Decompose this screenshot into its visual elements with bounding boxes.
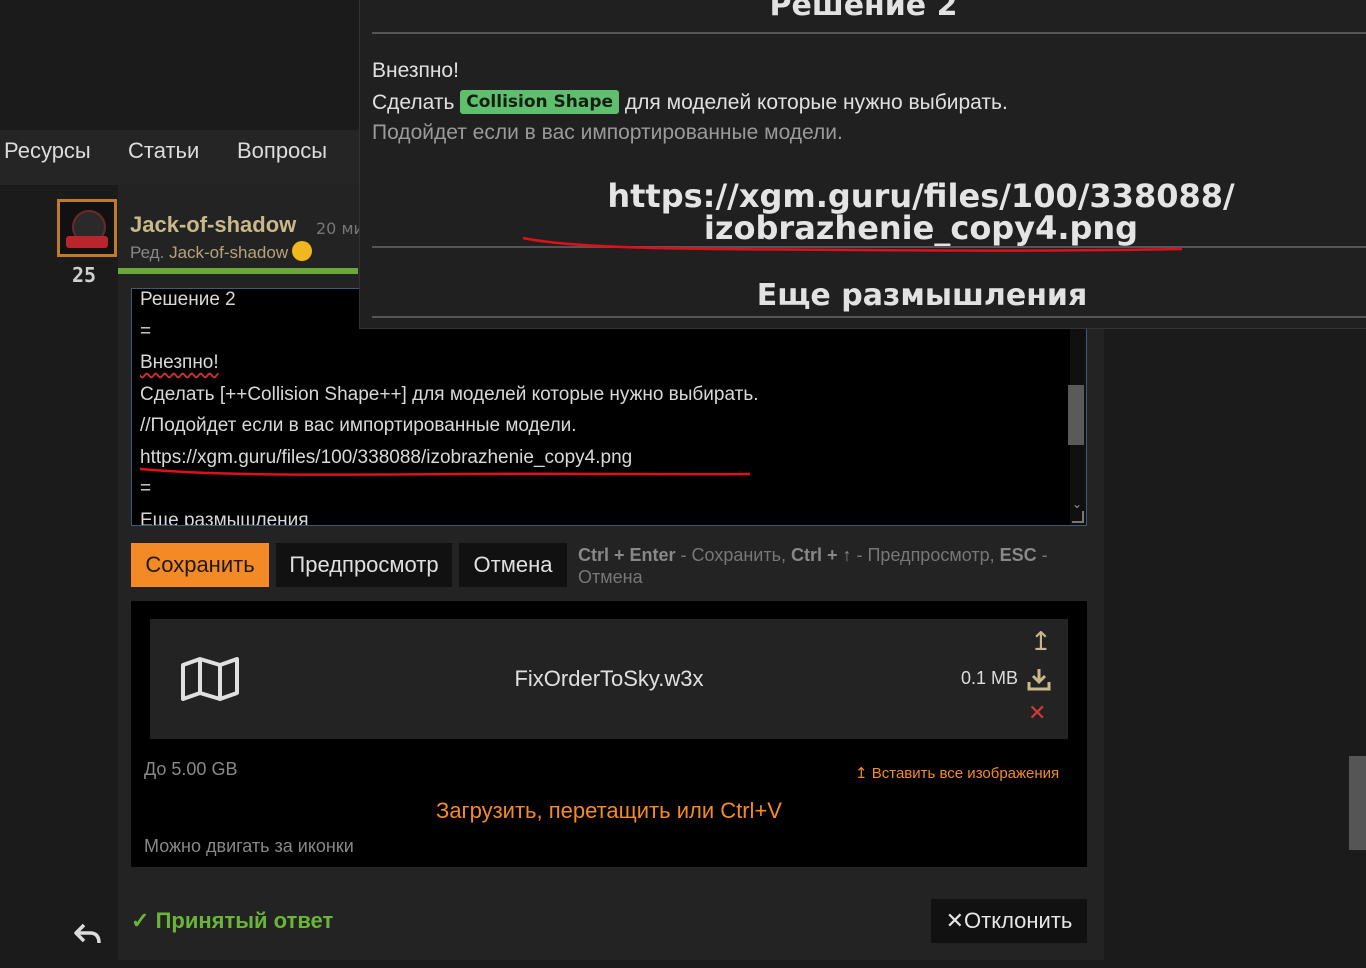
preview-line-2-post: для моделей которые нужно выбирать. xyxy=(619,91,1008,114)
reject-button[interactable]: ✕Отклонить xyxy=(931,899,1087,943)
nav-resources[interactable]: Ресурсы xyxy=(4,138,91,164)
preview-link[interactable]: https://xgm.guru/files/100/338088/ izobr… xyxy=(360,180,1366,244)
accepted-label: Принятый ответ xyxy=(155,908,334,933)
post-time: 20 ми xyxy=(316,219,364,238)
reject-label: Отклонить xyxy=(964,908,1073,933)
edited-by: Ред. Jack-of-shadow xyxy=(130,241,313,263)
upload-arrow-icon: ↥ xyxy=(855,765,868,782)
rating-bar xyxy=(118,268,358,274)
preview-line-2: Сделать Collision Shape для моделей кото… xyxy=(372,90,1008,115)
check-icon: ✓ xyxy=(131,908,150,933)
reputation-count: 25 xyxy=(72,263,97,287)
file-card[interactable]: FixOrderToSky.w3x 0.1 MB ↥ ✕ xyxy=(150,619,1068,739)
avatar-banner xyxy=(66,236,108,248)
avatar[interactable] xyxy=(57,199,117,257)
edited-author[interactable]: Jack-of-shadow xyxy=(169,243,288,262)
scroll-down-icon[interactable]: ⌄ xyxy=(1072,497,1082,511)
author-name[interactable]: Jack-of-shadow xyxy=(130,212,296,238)
editor-line: Еще размышления xyxy=(140,510,309,526)
insert-all-label: Вставить все изображения xyxy=(871,765,1060,782)
shortcut-hint: Ctrl + Enter - Сохранить, Ctrl + ↑ - Пре… xyxy=(578,545,1048,587)
accepted-answer-label: ✓ Принятый ответ xyxy=(131,908,333,934)
preview-divider xyxy=(372,246,1366,248)
editor-scroll-thumb[interactable] xyxy=(1068,385,1084,445)
download-icon[interactable] xyxy=(1027,667,1051,691)
editor-line: Сделать [++Collision Shape++] для моделе… xyxy=(140,384,759,405)
main-nav: Ресурсы Статьи Вопросы xyxy=(0,130,360,185)
nav-questions[interactable]: Вопросы xyxy=(237,138,327,164)
editor-line: = xyxy=(140,321,152,342)
preview-link-part-2: izobrazhenie_copy4.png xyxy=(703,209,1139,247)
preview-overlay: Решение 2 Внезпно! Сделать Collision Sha… xyxy=(359,0,1366,329)
preview-line-1: Внезпно! xyxy=(372,59,459,82)
preview-divider xyxy=(372,316,1366,318)
preview-line-2-pre: Сделать xyxy=(372,91,461,114)
upload-arrow-icon[interactable]: ↥ xyxy=(1030,627,1052,657)
insert-all-images-link[interactable]: ↥ Вставить все изображения xyxy=(855,764,1059,782)
edited-prefix: Ред. xyxy=(130,243,165,262)
code-chip: Collision Shape xyxy=(460,90,620,114)
upload-cta[interactable]: Загрузить, перетащить или Ctrl+V xyxy=(131,798,1087,824)
drag-note: Можно двигать за иконки xyxy=(144,836,354,856)
reply-icon[interactable] xyxy=(74,922,102,946)
preview-button[interactable]: Предпросмотр xyxy=(276,543,452,587)
smile-icon xyxy=(292,241,313,261)
preview-title: Решение 2 xyxy=(769,0,958,23)
close-icon[interactable]: ✕ xyxy=(1028,701,1046,726)
editor-line: //Подойдет если в вас импортированные мо… xyxy=(140,415,577,436)
cancel-button[interactable]: Отмена xyxy=(459,543,567,587)
upload-limit: До 5.00 GB xyxy=(144,759,238,779)
preview-line-3: Подойдет если в вас импортированные моде… xyxy=(372,121,843,144)
preview-link-part-1: https://xgm.guru/files/100/338088/ xyxy=(607,177,1235,215)
upload-area[interactable]: FixOrderToSky.w3x 0.1 MB ↥ ✕ До 5.00 GB … xyxy=(131,601,1087,867)
page-scrollbar-thumb[interactable] xyxy=(1349,756,1366,850)
file-size: 0.1 MB xyxy=(961,668,1019,688)
resize-handle[interactable] xyxy=(1072,511,1084,523)
editor-line: Внезпно! xyxy=(140,352,219,373)
editor-line: Решение 2 xyxy=(140,289,236,310)
preview-heading-2: Еще размышления xyxy=(756,278,1088,313)
file-name[interactable]: FixOrderToSky.w3x xyxy=(150,666,1068,692)
editor-line: https://xgm.guru/files/100/338088/izobra… xyxy=(140,447,633,468)
editor-line: = xyxy=(140,478,152,499)
preview-divider xyxy=(372,32,1366,34)
nav-articles[interactable]: Статьи xyxy=(128,138,199,164)
close-icon: ✕ xyxy=(945,908,965,933)
save-button[interactable]: Сохранить xyxy=(131,543,269,587)
